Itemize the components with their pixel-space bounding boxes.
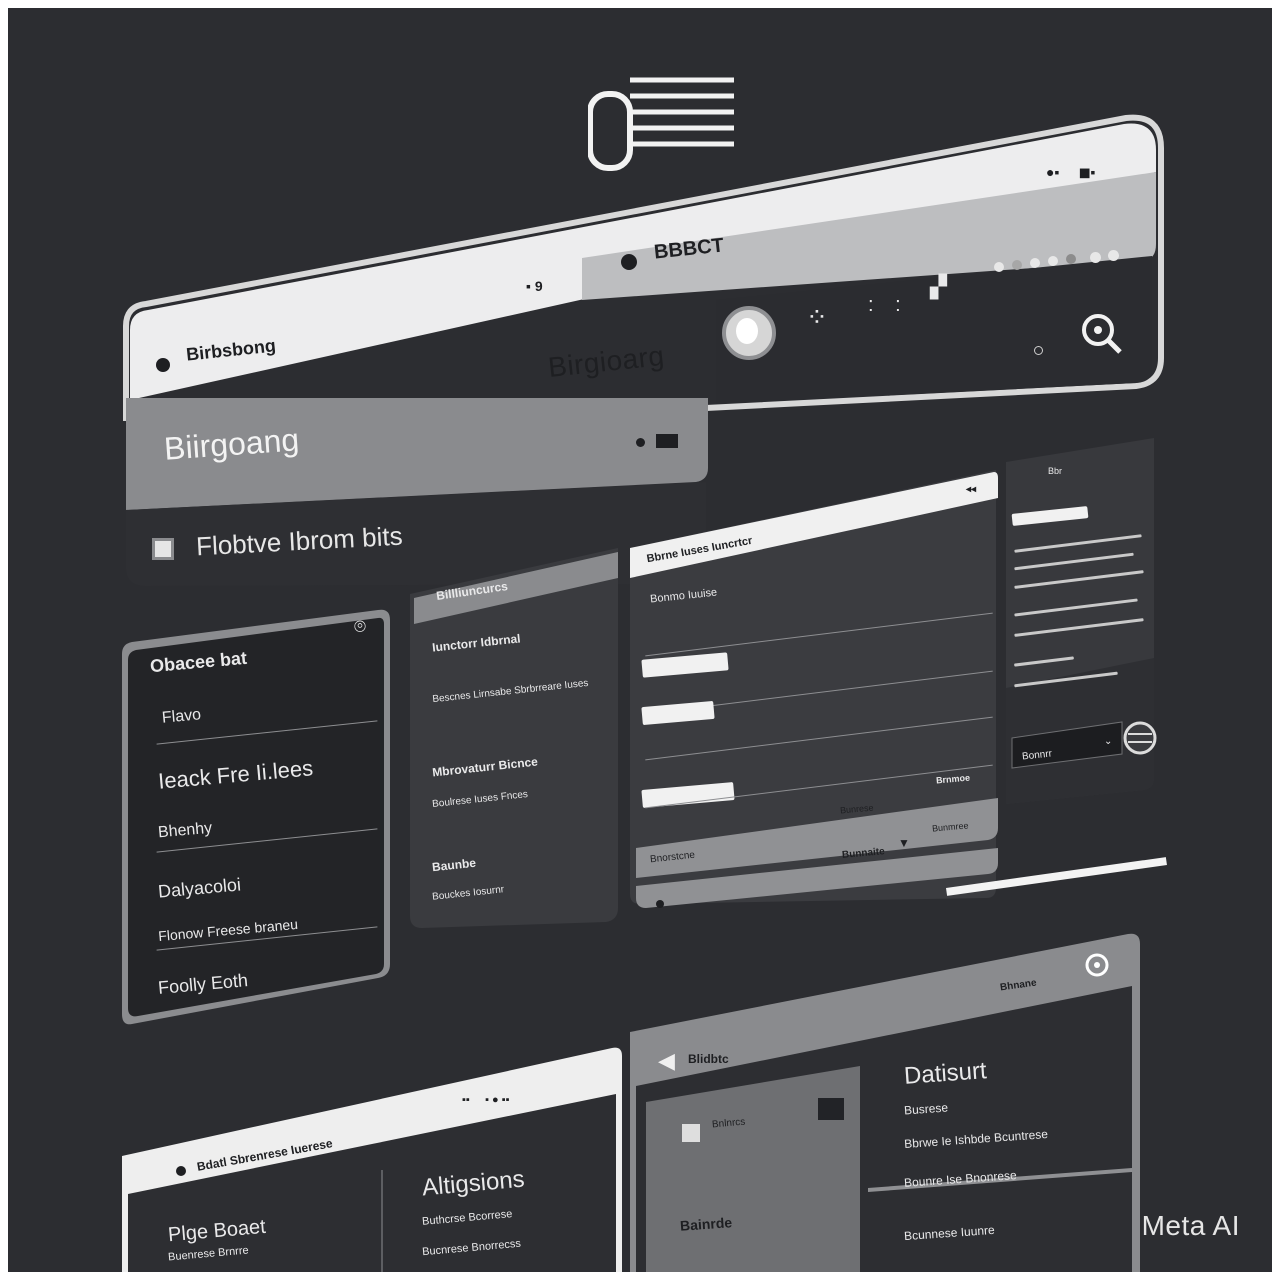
bottom-right-title: Datisurt xyxy=(903,1057,988,1090)
back-chevron-icon: ◀ xyxy=(658,1048,675,1073)
left-menu-card: Obacee bat ⌾ Flavo Ieack Fre Ii.lees Bhe… xyxy=(118,604,394,1034)
form-card: Bbrne Iuses Iuncrtcr ◂◂ Bonmo Iuuise Brn… xyxy=(626,468,1002,928)
right-panel-dropdown-icon[interactable]: ⌄ xyxy=(1104,736,1112,747)
top-right-controls[interactable]: ●▪ ◼▪ xyxy=(1046,164,1095,181)
dots-row-icon[interactable] xyxy=(994,250,1124,274)
file-icon[interactable] xyxy=(682,1124,700,1142)
left-menu-settings-icon[interactable]: ⌾ xyxy=(354,616,366,639)
back-label: Blidbtc xyxy=(688,1052,729,1066)
inner-tag xyxy=(818,1098,844,1120)
tab-right-dot xyxy=(621,254,637,270)
bottom-right-card: Bhnane ◀ Blidbtc Bnlnrcs Bainrde Datisur… xyxy=(628,928,1148,1272)
watermark: Meta AI xyxy=(1141,1210,1240,1241)
middle-card: Billliuncurcs Iunctorr Idbrnal Bescnes L… xyxy=(408,548,624,934)
user-avatar-icon[interactable] xyxy=(722,306,776,360)
form-chevron-icon[interactable]: ▼ xyxy=(898,836,910,850)
checkbox-icon[interactable] xyxy=(152,538,174,560)
bottom-left-controls[interactable]: ▪▪ ▪ ● ▪▪ xyxy=(462,1094,510,1106)
window-icon[interactable]: ▞ xyxy=(930,274,947,300)
right-panel-header: Bbr xyxy=(1048,466,1063,476)
grid-icon[interactable]: ⁘ xyxy=(806,302,828,333)
form-card-close[interactable]: ◂◂ xyxy=(966,484,976,495)
location-icon[interactable] xyxy=(1084,952,1110,983)
form-footer-dot xyxy=(656,900,664,908)
tab-left-controls[interactable]: ▪ 9 xyxy=(526,278,543,294)
right-panel: Bbr Bonnrr ⌄ xyxy=(1004,438,1160,838)
bottom-left-tab-dot xyxy=(176,1166,186,1176)
back-button[interactable]: ◀ Blidbtc xyxy=(658,1048,798,1073)
status-dot xyxy=(1034,346,1043,355)
left-menu-item[interactable]: Flavo xyxy=(161,706,202,727)
bottom-left-card: Bdatl Sbrenrese Iuerese ▪▪ ▪ ● ▪▪ Altigs… xyxy=(116,1044,628,1272)
tab-left-dot xyxy=(156,358,170,372)
hero-controls[interactable] xyxy=(636,434,678,450)
app-canvas: Birbsbong ▪ 9 BBBCT ●▪ ◼▪ Birgioarg ⁘ : … xyxy=(8,8,1272,1272)
search-icon[interactable] xyxy=(1080,312,1124,361)
dots-icon[interactable]: : : xyxy=(868,294,909,317)
globe-icon[interactable] xyxy=(1122,720,1158,761)
